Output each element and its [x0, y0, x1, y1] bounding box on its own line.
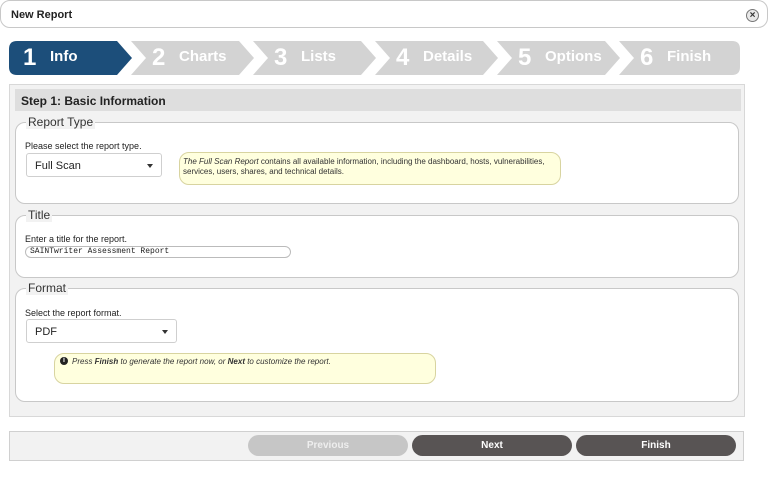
panel-heading: Step 1: Basic Information	[21, 94, 166, 108]
format-select[interactable]: PDF	[26, 319, 177, 343]
step-number: 5	[518, 44, 532, 71]
new-report-dialog: New Report × 1 Info 2 Charts 3 Lists 4 D…	[0, 0, 768, 480]
close-icon[interactable]: ×	[746, 9, 759, 22]
note-text-c: to generate the report now, or	[118, 357, 228, 366]
next-button[interactable]: Next	[412, 435, 572, 456]
format-value: PDF	[35, 326, 57, 338]
report-type-fieldset: Report Type Please select the report typ…	[15, 115, 739, 204]
finish-button[interactable]: Finish	[576, 435, 736, 456]
note-finish-word: Finish	[94, 357, 119, 366]
step-label: Finish	[667, 48, 712, 65]
wizard-steps: 1 Info 2 Charts 3 Lists 4 Details 5 Opti…	[9, 41, 740, 75]
report-type-note: The Full Scan Report contains all availa…	[179, 152, 561, 185]
step-number: 4	[396, 44, 410, 71]
wizard-step-options[interactable]: 5 Options	[497, 41, 621, 75]
chevron-down-icon	[162, 330, 168, 334]
report-type-legend: Report Type	[26, 115, 96, 129]
wizard-step-info[interactable]: 1 Info	[9, 41, 133, 75]
panel-header: Step 1: Basic Information	[15, 89, 741, 111]
step-label: Details	[423, 48, 473, 65]
format-note: i Press Finish to generate the report no…	[54, 353, 436, 384]
dialog-titlebar: New Report ×	[0, 0, 768, 28]
step-label: Lists	[301, 48, 337, 65]
step-number: 6	[640, 44, 654, 71]
step-label: Charts	[179, 48, 227, 65]
title-hint: Enter a title for the report.	[25, 234, 128, 244]
step-label: Options	[545, 48, 602, 65]
wizard-step-details[interactable]: 4 Details	[375, 41, 499, 75]
note-next-word: Next	[227, 357, 245, 366]
format-legend: Format	[26, 281, 69, 295]
format-fieldset: Format Select the report format. PDF i P…	[15, 281, 739, 402]
chevron-down-icon	[147, 164, 153, 168]
title-fieldset: Title Enter a title for the report. SAIN…	[15, 208, 739, 278]
basic-info-panel: Step 1: Basic Information Report Type Pl…	[9, 84, 745, 417]
report-title-input[interactable]: SAINTwriter Assessment Report	[25, 246, 291, 258]
note-text-e: to customize the report.	[244, 357, 331, 366]
step-number: 2	[152, 44, 166, 71]
dialog-title: New Report	[11, 9, 73, 21]
wizard-step-lists[interactable]: 3 Lists	[253, 41, 377, 75]
report-type-value: Full Scan	[35, 160, 81, 172]
wizard-step-charts[interactable]: 2 Charts	[131, 41, 255, 75]
format-hint: Select the report format.	[25, 308, 122, 318]
note-report-name: The Full Scan Report	[183, 157, 259, 166]
step-number: 1	[23, 44, 37, 71]
note-text-a: Press	[72, 357, 95, 366]
wizard-footer: Previous Next Finish	[9, 431, 744, 461]
previous-button[interactable]: Previous	[248, 435, 408, 456]
report-type-hint: Please select the report type.	[25, 141, 142, 151]
info-icon: i	[60, 357, 68, 365]
wizard-step-finish[interactable]: 6 Finish	[619, 41, 740, 75]
title-legend: Title	[26, 208, 53, 222]
step-label: Info	[50, 48, 78, 65]
report-type-select[interactable]: Full Scan	[26, 153, 162, 177]
step-number: 3	[274, 44, 288, 71]
